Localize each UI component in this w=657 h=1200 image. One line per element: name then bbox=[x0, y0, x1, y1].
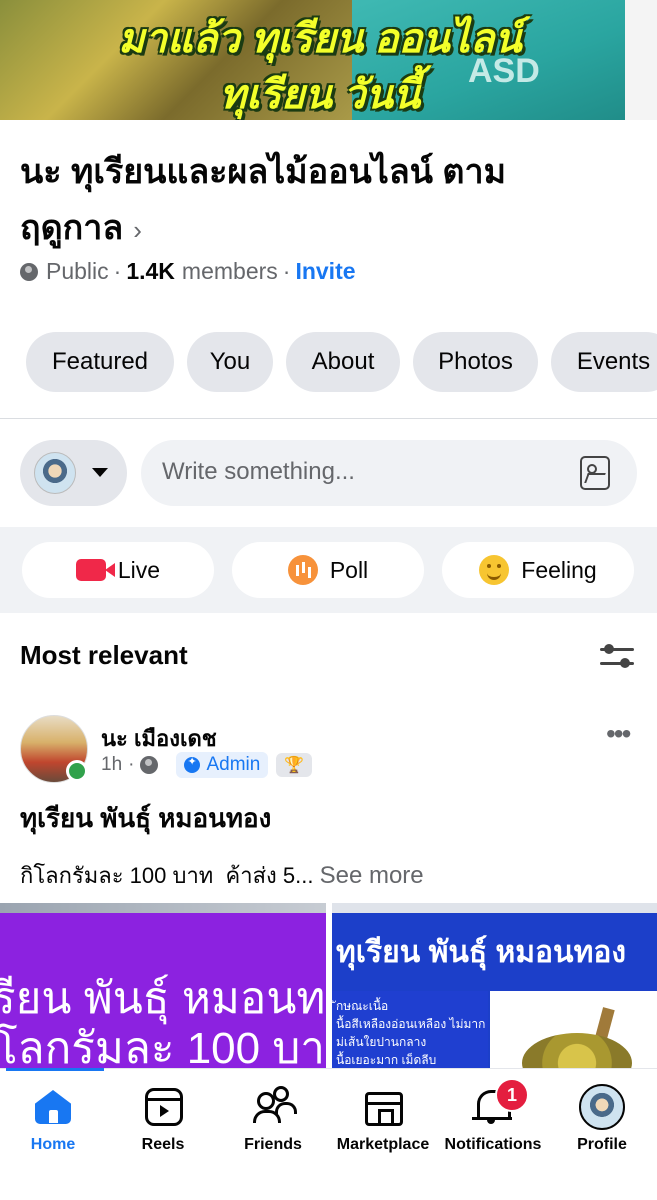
nav-label: Home bbox=[30, 1136, 76, 1153]
bell-icon: 1 bbox=[472, 1078, 529, 1126]
post-image-1[interactable]: รียน พันธุ์ หมอนท ิโลกรัมละ 100 บา bbox=[0, 903, 326, 1068]
post-body: กิโลกรัมละ 100 บาท ค้าส่ง 5... See more bbox=[20, 858, 424, 893]
globe-icon bbox=[20, 262, 38, 281]
group-title-text: นะ ทุเรียนและผลไม้ออนไลน์ ตามฤดูกาล bbox=[20, 153, 506, 247]
caret-down-icon bbox=[92, 468, 108, 477]
post-image-2[interactable]: ทุเรียน พันธุ์ หมอนทอง ักษณะเนื้อ นื้อสี… bbox=[332, 903, 657, 1068]
cover-edge bbox=[625, 0, 657, 120]
smiley-icon bbox=[479, 555, 510, 585]
admin-star-icon bbox=[184, 755, 201, 773]
separator: · bbox=[282, 258, 291, 284]
nav-marketplace[interactable]: Marketplace bbox=[328, 1080, 438, 1170]
live-label: Live bbox=[117, 556, 161, 583]
tab-events[interactable]: Events bbox=[551, 332, 657, 392]
admin-badge[interactable]: Admin bbox=[176, 752, 269, 778]
image-text: นื้อเยอะมาก เม็ดลีบ bbox=[336, 1053, 437, 1067]
nav-label: Marketplace bbox=[336, 1136, 430, 1153]
post-body-text: กิโลกรัมละ 100 บาท ค้าส่ง 5... bbox=[20, 863, 314, 888]
feeling-button[interactable]: Feeling bbox=[442, 542, 634, 598]
poll-icon bbox=[287, 555, 318, 585]
tab-label: Photos bbox=[438, 348, 513, 375]
nav-label: Reels bbox=[141, 1136, 185, 1153]
cover-headline-2: ทุเรียน วันนี้ bbox=[219, 73, 421, 117]
poll-button[interactable]: Poll bbox=[232, 542, 424, 598]
filter-sliders-icon[interactable] bbox=[600, 642, 634, 670]
reels-icon bbox=[143, 1086, 183, 1126]
friends-icon bbox=[253, 1086, 297, 1126]
tab-you[interactable]: You bbox=[187, 332, 273, 392]
avatar bbox=[34, 452, 76, 494]
tab-about[interactable]: About bbox=[286, 332, 400, 392]
feed-sort-title: Most relevant bbox=[20, 640, 188, 670]
cover-photo[interactable]: ASD มาแล้ว ทุเรียน ออนไลน์ ทุเรียน วันนี… bbox=[0, 0, 657, 120]
nav-label: Friends bbox=[244, 1136, 302, 1153]
tab-photos[interactable]: Photos bbox=[413, 332, 538, 392]
nav-reels[interactable]: Reels bbox=[108, 1080, 218, 1170]
image-top-band bbox=[0, 903, 326, 913]
member-count[interactable]: 1.4K bbox=[126, 258, 175, 285]
post-heading: ทุเรียน พันธุ์ หมอนทอง bbox=[20, 803, 272, 833]
image-top-band bbox=[332, 903, 657, 913]
more-options-icon[interactable]: ••• bbox=[606, 718, 631, 750]
tab-featured[interactable]: Featured bbox=[26, 332, 174, 392]
nav-notifications[interactable]: 1 Notifications bbox=[438, 1078, 548, 1170]
online-indicator bbox=[66, 760, 88, 782]
post-author-name[interactable]: นะ เมืองเดช bbox=[101, 721, 217, 756]
nav-label: Profile bbox=[577, 1136, 627, 1153]
tab-label: Featured bbox=[51, 348, 149, 375]
separator: · bbox=[128, 754, 135, 775]
group-meta: Public · 1.4K members · Invite bbox=[20, 258, 356, 285]
group-title[interactable]: นะ ทุเรียนและผลไม้ออนไลน์ ตามฤดูกาล › bbox=[20, 144, 620, 258]
notification-badge: 1 bbox=[495, 1078, 529, 1112]
nav-label: Notifications bbox=[444, 1136, 542, 1153]
post-meta: 1h · Admin 🏆 bbox=[101, 752, 313, 778]
members-label[interactable]: members bbox=[182, 258, 278, 285]
image-text: นื้อสีเหลืองอ่อนเหลือง ไม่มาก bbox=[336, 1017, 486, 1031]
photo-icon[interactable] bbox=[580, 456, 610, 490]
nav-friends[interactable]: Friends bbox=[218, 1080, 328, 1170]
see-more-link[interactable]: See more bbox=[320, 862, 424, 889]
globe-icon bbox=[140, 756, 159, 774]
marketplace-icon bbox=[363, 1086, 403, 1126]
divider bbox=[0, 418, 657, 419]
tab-label: Events bbox=[576, 348, 651, 375]
feeling-label: Feeling bbox=[521, 556, 597, 583]
home-icon bbox=[33, 1086, 73, 1126]
video-camera-icon bbox=[75, 559, 115, 581]
cover-headline-1: มาแล้ว ทุเรียน ออนไลน์ bbox=[118, 17, 522, 61]
trophy-icon[interactable]: 🏆 bbox=[276, 753, 313, 777]
poll-label: Poll bbox=[329, 556, 369, 583]
invite-link[interactable]: Invite bbox=[295, 258, 355, 285]
active-tab-indicator bbox=[6, 1068, 104, 1071]
post-time[interactable]: 1h bbox=[101, 754, 122, 776]
image-text: ม่เส้นใยปานกลาง bbox=[336, 1035, 427, 1049]
image-text: ักษณะเนื้อ bbox=[336, 999, 389, 1013]
live-button[interactable]: Live bbox=[22, 542, 214, 598]
tab-label: You bbox=[209, 348, 251, 375]
image-text: ิโลกรัมละ 100 บา bbox=[0, 1024, 325, 1068]
nav-home[interactable]: Home bbox=[0, 1080, 108, 1170]
tab-label: About bbox=[311, 348, 375, 375]
admin-label: Admin bbox=[206, 754, 261, 775]
privacy-label: Public bbox=[46, 258, 109, 284]
composer-placeholder: Write something... bbox=[162, 458, 355, 485]
image-info-box: ักษณะเนื้อ นื้อสีเหลืองอ่อนเหลือง ไม่มาก… bbox=[332, 991, 488, 1068]
chevron-right-icon: › bbox=[133, 215, 142, 245]
nav-profile[interactable]: Profile bbox=[547, 1080, 657, 1170]
separator: · bbox=[113, 258, 122, 284]
image-title: ทุเรียน พันธุ์ หมอนทอง bbox=[336, 936, 627, 969]
profile-avatar-icon bbox=[579, 1084, 625, 1130]
